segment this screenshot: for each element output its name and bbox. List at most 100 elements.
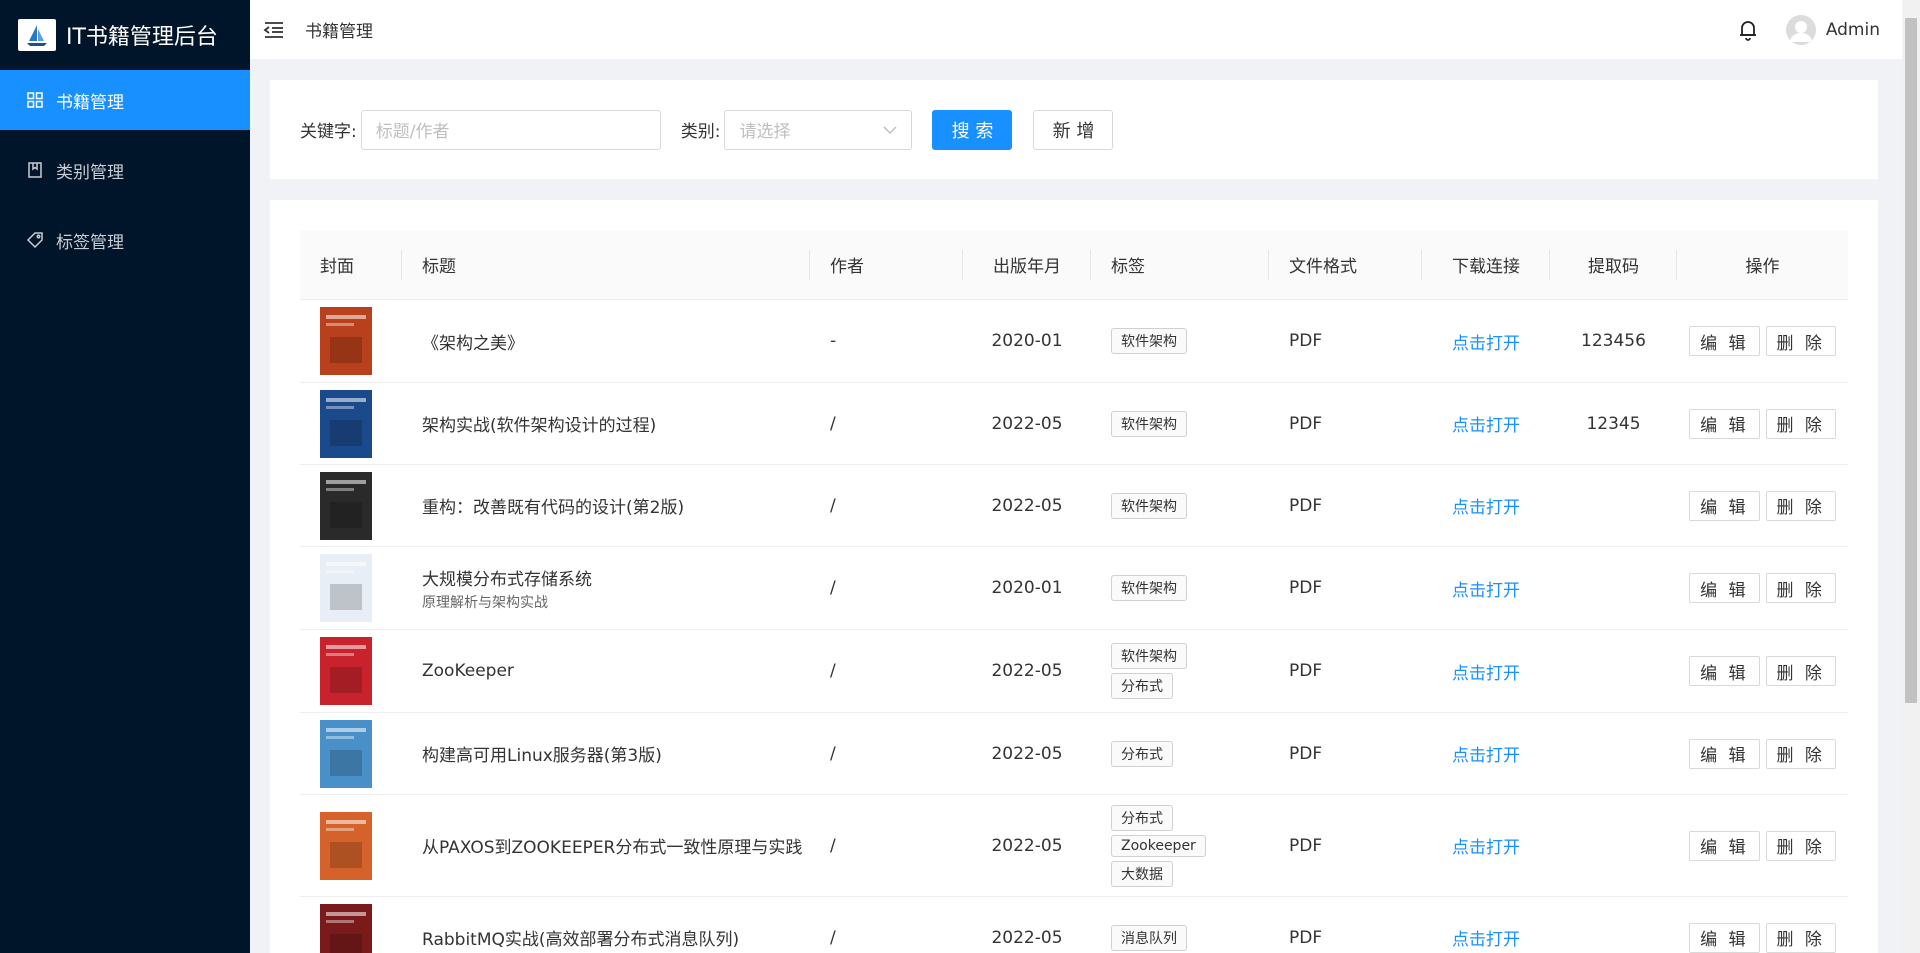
format-cell: PDF [1289,495,1323,516]
download-cell: 点击打开 [1422,383,1550,464]
page-title: 书籍管理 [305,22,373,42]
title-cell: 架构实战(软件架构设计的过程) [402,383,810,464]
chevron-down-icon [883,125,897,134]
book-table-card: 封面 标题 作者 出版年月 标签 文件格式 下载连接 提取码 操作 《架构之美》 [270,200,1878,953]
actions-cell: 编 辑 删 除 [1677,383,1848,464]
logo[interactable]: IT书籍管理后台 [0,0,250,70]
edit-button[interactable]: 编 辑 [1689,573,1760,603]
user-name[interactable]: Admin [1826,20,1880,40]
sidebar-item-categories[interactable]: 类别管理 [0,140,250,200]
delete-button[interactable]: 删 除 [1765,830,1836,861]
delete-button[interactable]: 删 除 [1765,738,1836,769]
avatar[interactable] [1785,14,1816,45]
keyword-input[interactable]: 标题/作者 [360,109,661,150]
author-cell: / [830,927,836,948]
page-scrollbar[interactable] [1902,0,1920,953]
delete-button[interactable]: 删 除 [1765,922,1836,953]
download-link[interactable]: 点击打开 [1452,833,1520,858]
category-placeholder: 请选择 [739,122,791,142]
delete-button[interactable]: 删 除 [1765,573,1836,603]
keyword-placeholder: 标题/作者 [375,122,450,142]
cover-cell [300,795,402,896]
top-header: 书籍管理 Admin [250,0,1902,59]
scrollbar-thumb[interactable] [1905,18,1917,703]
edit-button[interactable]: 编 辑 [1689,326,1760,356]
header-user-area: Admin [1738,14,1880,45]
bell-icon[interactable] [1738,19,1758,41]
book-title: ZooKeeper [422,661,514,681]
format-cell: PDF [1289,331,1323,351]
column-header-format: 文件格式 [1269,230,1422,299]
sidebar-item-books[interactable]: 书籍管理 [0,70,250,130]
edit-button[interactable]: 编 辑 [1689,738,1760,769]
book-cover-image[interactable] [320,389,372,458]
download-link[interactable]: 点击打开 [1452,925,1520,950]
tag-badge: 分布式 [1111,673,1173,699]
download-cell: 点击打开 [1422,465,1550,546]
column-header-date: 出版年月 [963,230,1091,299]
table-body: 《架构之美》 - 2020-01 软件架构 PDF 点击打开 123456 编 … [300,300,1848,953]
download-cell: 点击打开 [1422,795,1550,896]
table-row: 大规模分布式存储系统 原理解析与架构实战 / 2020-01 软件架构 PDF … [300,547,1848,630]
date-cell: 2022-05 [991,835,1063,856]
delete-button[interactable]: 删 除 [1765,656,1836,686]
tag-badge: 分布式 [1111,804,1173,831]
tag-badge: 软件架构 [1111,328,1187,354]
menu-fold-icon[interactable] [262,18,286,42]
search-button[interactable]: 搜 索 [932,109,1013,150]
book-cover-image[interactable] [320,554,372,622]
download-link[interactable]: 点击打开 [1452,741,1520,766]
actions-cell: 编 辑 删 除 [1677,630,1848,712]
book-cover-image[interactable] [320,307,372,375]
book-cover-image[interactable] [320,719,372,788]
edit-button[interactable]: 编 辑 [1689,656,1760,686]
edit-button[interactable]: 编 辑 [1689,922,1760,953]
download-link[interactable]: 点击打开 [1452,329,1520,354]
sidebar: IT书籍管理后台 书籍管理 类别管理 标签管理 [0,0,250,953]
book-cover-image[interactable] [320,471,372,540]
download-link[interactable]: 点击打开 [1452,576,1520,601]
date-cell: 2022-05 [991,495,1063,516]
book-cover-image[interactable] [320,811,372,880]
tag-badge: 软件架构 [1111,410,1187,437]
add-button[interactable]: 新 增 [1033,109,1114,150]
delete-button[interactable]: 删 除 [1765,490,1836,521]
author-cell: / [830,578,836,598]
book-title: 构建高可用Linux服务器(第3版) [422,746,662,766]
category-label: 类别: [680,122,721,142]
search-bar: 关键字: 标题/作者 类别: 请选择 搜 索 新 增 [270,80,1878,179]
actions-cell: 编 辑 删 除 [1677,465,1848,546]
download-link[interactable]: 点击打开 [1452,493,1520,518]
tags-cell: 消息队列 [1091,897,1269,953]
cover-cell [300,713,402,794]
date-cell: 2022-05 [991,743,1063,764]
book-cover-image[interactable] [320,903,372,953]
edit-button[interactable]: 编 辑 [1689,408,1760,439]
delete-button[interactable]: 删 除 [1765,408,1836,439]
book-title: 重构：改善既有代码的设计(第2版) [422,498,685,518]
author-cell: / [830,835,836,856]
download-link[interactable]: 点击打开 [1452,659,1520,684]
download-cell: 点击打开 [1422,547,1550,629]
actions-cell: 编 辑 删 除 [1677,713,1848,794]
tag-badge: 软件架构 [1111,492,1187,519]
title-cell: 大规模分布式存储系统 原理解析与架构实战 [402,547,810,629]
title-cell: ZooKeeper [402,630,810,712]
title-cell: 构建高可用Linux服务器(第3版) [402,713,810,794]
code-cell [1550,465,1677,546]
table-row: 重构：改善既有代码的设计(第2版) / 2022-05 软件架构 PDF 点击打… [300,465,1848,547]
tag-badge: 软件架构 [1111,643,1187,669]
download-link[interactable]: 点击打开 [1452,411,1520,436]
sidebar-item-label: 标签管理 [56,232,124,253]
edit-button[interactable]: 编 辑 [1689,830,1760,861]
sidebar-item-tags[interactable]: 标签管理 [0,210,250,270]
table-row: 《架构之美》 - 2020-01 软件架构 PDF 点击打开 123456 编 … [300,300,1848,383]
delete-button[interactable]: 删 除 [1765,326,1836,356]
book-cover-image[interactable] [320,637,372,705]
edit-button[interactable]: 编 辑 [1689,490,1760,521]
format-cell: PDF [1289,661,1323,681]
actions-cell: 编 辑 删 除 [1677,547,1848,629]
category-select[interactable]: 请选择 [724,109,913,150]
column-header-code: 提取码 [1550,230,1677,299]
tag-icon [26,232,43,249]
